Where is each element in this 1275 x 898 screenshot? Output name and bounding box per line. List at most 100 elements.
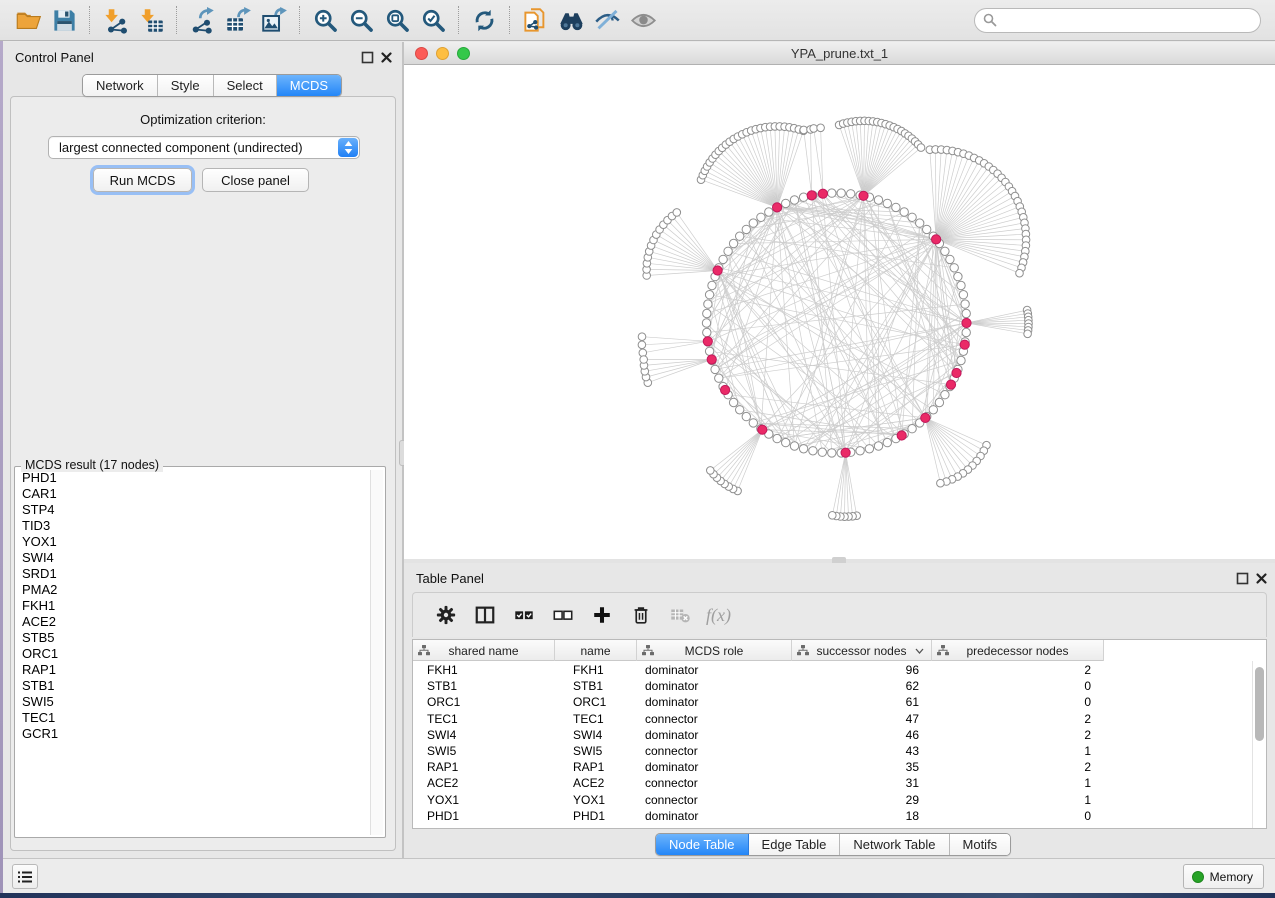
graph-node[interactable] xyxy=(883,438,891,446)
zoom-in-icon[interactable] xyxy=(307,3,343,37)
tab-network[interactable]: Network xyxy=(83,75,158,96)
column-header-successor-nodes[interactable]: successor nodes xyxy=(792,640,932,661)
graph-node[interactable] xyxy=(937,479,945,487)
graph-node[interactable] xyxy=(790,442,798,450)
column-header-shared-name[interactable]: shared name xyxy=(413,640,555,661)
tab-node-table[interactable]: Node Table xyxy=(656,834,749,855)
graph-node[interactable] xyxy=(638,333,646,341)
graph-node[interactable] xyxy=(897,431,906,440)
graph-node[interactable] xyxy=(962,328,970,336)
tab-mcds[interactable]: MCDS xyxy=(277,75,341,96)
graph-node[interactable] xyxy=(705,347,713,355)
graph-node[interactable] xyxy=(711,365,719,373)
graph-node[interactable] xyxy=(874,196,882,204)
table-row[interactable]: STB1STB1dominator620 xyxy=(413,678,1104,694)
refresh-icon[interactable] xyxy=(466,3,502,37)
graph-node[interactable] xyxy=(673,209,681,217)
mcds-result-item[interactable]: ACE2 xyxy=(17,614,369,630)
table-scrollbar-thumb[interactable] xyxy=(1255,667,1264,741)
mcds-result-item[interactable]: RAP1 xyxy=(17,662,369,678)
mcds-result-item[interactable]: SWI4 xyxy=(17,550,369,566)
tab-style[interactable]: Style xyxy=(158,75,214,96)
graph-node[interactable] xyxy=(847,190,855,198)
save-session-icon[interactable] xyxy=(46,3,82,37)
graph-node[interactable] xyxy=(757,213,765,221)
import-network-icon[interactable] xyxy=(97,3,133,37)
graph-node[interactable] xyxy=(736,406,744,414)
show-all-eye-icon[interactable] xyxy=(625,3,661,37)
graph-node[interactable] xyxy=(703,328,711,336)
delete-columns-icon[interactable] xyxy=(626,600,656,630)
graph-node[interactable] xyxy=(935,398,943,406)
graph-node[interactable] xyxy=(959,291,967,299)
control-panel-float-icon[interactable] xyxy=(361,51,374,64)
table-settings-gear-icon[interactable] xyxy=(431,600,461,630)
graph-node[interactable] xyxy=(952,368,961,377)
table-row[interactable]: ACE2ACE2connector311 xyxy=(413,775,1104,791)
mcds-result-item[interactable]: PMA2 xyxy=(17,582,369,598)
graph-node[interactable] xyxy=(707,467,715,475)
graph-node[interactable] xyxy=(640,356,648,364)
column-header-predecessor-nodes[interactable]: predecessor nodes xyxy=(932,640,1104,661)
graph-node[interactable] xyxy=(828,189,836,197)
table-scrollbar[interactable] xyxy=(1252,661,1266,828)
graph-node[interactable] xyxy=(765,208,773,216)
export-table-icon[interactable] xyxy=(220,3,256,37)
graph-node[interactable] xyxy=(724,247,732,255)
open-file-icon[interactable] xyxy=(10,3,46,37)
graph-node[interactable] xyxy=(705,291,713,299)
graph-node[interactable] xyxy=(916,219,924,227)
graph-node[interactable] xyxy=(1016,269,1024,277)
table-panel-close-icon[interactable] xyxy=(1255,572,1268,585)
graph-node[interactable] xyxy=(946,255,954,263)
graph-node[interactable] xyxy=(704,300,712,308)
graph-node[interactable] xyxy=(782,438,790,446)
graph-node[interactable] xyxy=(736,232,744,240)
mcds-result-item[interactable]: PHD1 xyxy=(17,470,369,486)
zoom-out-icon[interactable] xyxy=(343,3,379,37)
mcds-result-item[interactable]: CAR1 xyxy=(17,486,369,502)
zoom-selected-icon[interactable] xyxy=(415,3,451,37)
graph-node[interactable] xyxy=(638,341,646,349)
graph-node[interactable] xyxy=(807,191,816,200)
column-header-mcds-role[interactable]: MCDS role xyxy=(637,640,792,661)
graph-node[interactable] xyxy=(817,124,825,132)
table-row[interactable]: PHD1PHD1dominator180 xyxy=(413,808,1104,824)
mcds-result-item[interactable]: SRD1 xyxy=(17,566,369,582)
mcds-result-item[interactable]: STP4 xyxy=(17,502,369,518)
graph-node[interactable] xyxy=(908,425,916,433)
table-row[interactable]: FKH1FKH1dominator962 xyxy=(413,662,1104,678)
graph-node[interactable] xyxy=(707,355,716,364)
table-panel-float-icon[interactable] xyxy=(1236,572,1249,585)
hide-selected-eye-slash-icon[interactable] xyxy=(589,3,625,37)
show-columns-icon[interactable] xyxy=(470,600,500,630)
graph-node[interactable] xyxy=(782,199,790,207)
graph-node[interactable] xyxy=(829,512,837,520)
tab-select[interactable]: Select xyxy=(214,75,277,96)
panel-menu-button[interactable] xyxy=(12,864,38,889)
graph-node[interactable] xyxy=(929,406,937,414)
graph-node[interactable] xyxy=(841,448,850,457)
table-row[interactable]: SWI4SWI4dominator462 xyxy=(413,727,1104,743)
graph-node[interactable] xyxy=(729,398,737,406)
close-panel-button[interactable]: Close panel xyxy=(202,168,309,192)
mcds-result-item[interactable]: STB5 xyxy=(17,630,369,646)
run-mcds-button[interactable]: Run MCDS xyxy=(93,168,192,192)
graph-satellite-nodes[interactable] xyxy=(638,117,1032,521)
graph-node[interactable] xyxy=(758,425,767,434)
graph-node[interactable] xyxy=(742,225,750,233)
graph-node[interactable] xyxy=(828,449,836,457)
graph-node[interactable] xyxy=(790,196,798,204)
graph-node[interactable] xyxy=(702,319,710,327)
graph-node[interactable] xyxy=(749,419,757,427)
graph-node[interactable] xyxy=(721,385,730,394)
graph-node[interactable] xyxy=(708,281,716,289)
export-image-icon[interactable] xyxy=(256,3,292,37)
graph-node[interactable] xyxy=(703,309,711,317)
new-network-from-selection-icon[interactable] xyxy=(517,3,553,37)
graph-node[interactable] xyxy=(837,189,845,197)
graph-node[interactable] xyxy=(719,255,727,263)
create-column-icon[interactable] xyxy=(587,600,617,630)
network-graph[interactable] xyxy=(404,65,1275,559)
graph-node[interactable] xyxy=(818,189,827,198)
